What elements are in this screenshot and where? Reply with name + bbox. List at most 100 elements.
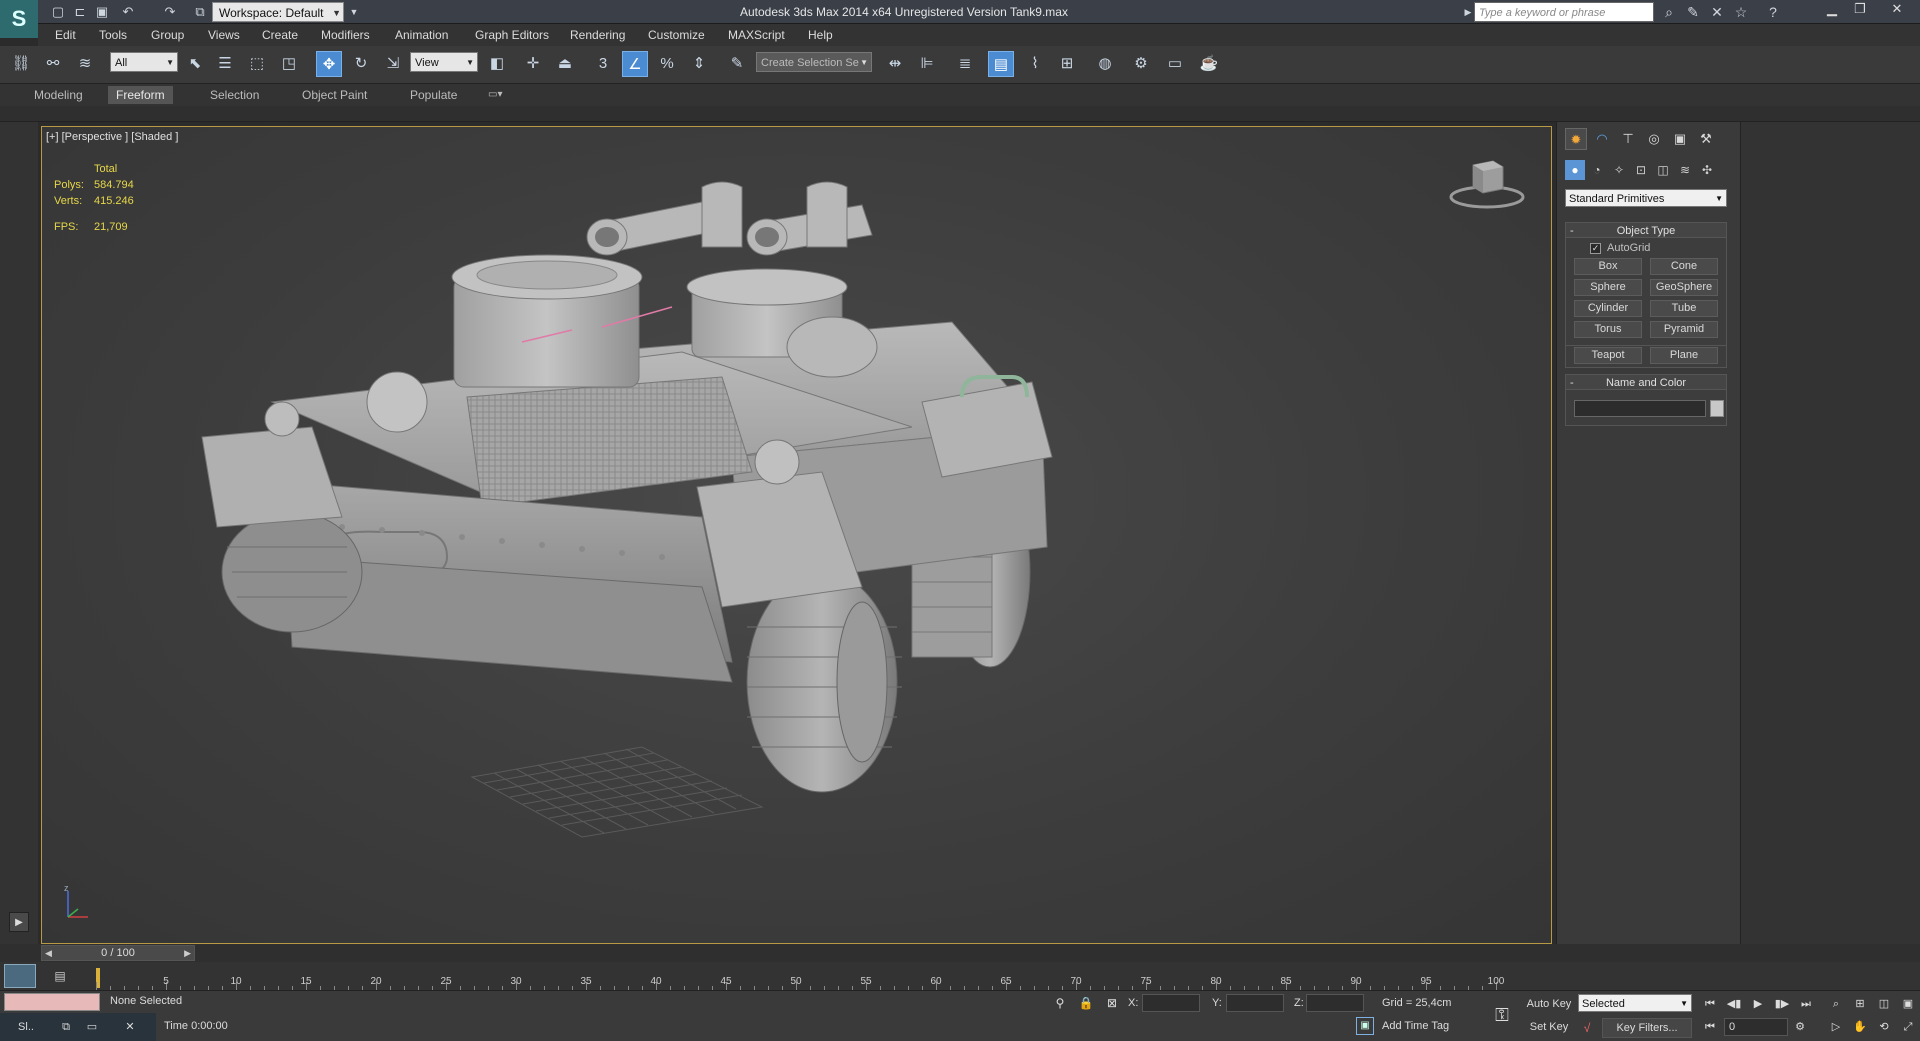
time-tag-icon[interactable]: ▣	[1356, 1017, 1374, 1035]
track-bar-filter-icon[interactable]: ▤	[50, 966, 70, 986]
tab-create-icon[interactable]: ✹	[1565, 128, 1587, 150]
menu-help[interactable]: Help	[808, 24, 833, 46]
render-setup-icon[interactable]: ⚙	[1128, 51, 1154, 77]
menu-tools[interactable]: Tools	[99, 24, 127, 46]
z-coord-field[interactable]	[1306, 994, 1364, 1012]
help-icon[interactable]: ?	[1762, 2, 1784, 22]
render-production-icon[interactable]: ☕	[1196, 51, 1222, 77]
key-curve-icon[interactable]: √	[1578, 1019, 1596, 1037]
restore-button[interactable]: ❐	[1846, 0, 1874, 18]
layer-manager-icon[interactable]: ≣	[952, 51, 978, 77]
named-selection-set-dropdown[interactable]: Create Selection Se ▼	[756, 52, 872, 72]
menu-rendering[interactable]: Rendering	[570, 24, 625, 46]
menu-customize[interactable]: Customize	[648, 24, 705, 46]
tab-utilities-icon[interactable]: ⚒	[1695, 128, 1717, 150]
absolute-mode-transform-icon[interactable]: ⊠	[1104, 995, 1120, 1011]
menu-group[interactable]: Group	[151, 24, 184, 46]
play-icon[interactable]: ▶	[1748, 995, 1768, 1013]
time-slider[interactable]: ◀ 0 / 100 ▶	[41, 945, 195, 961]
time-configuration-icon[interactable]: ⚙	[1790, 1017, 1810, 1037]
set-key-icon[interactable]: ⚿	[1488, 1003, 1516, 1027]
viewcube-icon[interactable]	[1449, 157, 1529, 211]
select-by-name-icon[interactable]: ☰	[212, 51, 238, 77]
spinner-snap-icon[interactable]: ⇕	[686, 51, 712, 77]
space-warps-category-icon[interactable]: ≋	[1675, 160, 1695, 180]
key-selection-dropdown[interactable]: Selected ▼	[1578, 994, 1692, 1012]
object-color-swatch[interactable]	[1710, 400, 1724, 417]
communication-center-icon[interactable]: ✕	[1706, 2, 1728, 22]
primitive-type-dropdown[interactable]: Standard Primitives ▼	[1565, 189, 1727, 207]
selection-filter-dropdown[interactable]: All ▼	[110, 52, 178, 72]
object-name-field[interactable]	[1574, 400, 1706, 417]
tab-display-icon[interactable]: ▣	[1669, 128, 1691, 150]
cone-button[interactable]: Cone	[1650, 258, 1718, 275]
shapes-category-icon[interactable]: ◔	[1587, 160, 1607, 180]
snaps-toggle-icon[interactable]: 3	[590, 51, 616, 77]
menu-graph-editors[interactable]: Graph Editors	[475, 24, 549, 46]
y-coord-field[interactable]	[1226, 994, 1284, 1012]
project-folder-icon[interactable]: ⧉	[190, 2, 210, 22]
menu-maxscript[interactable]: MAXScript	[728, 24, 785, 46]
select-object-icon[interactable]: ⬉	[182, 51, 208, 77]
zoom-extents-all-icon[interactable]: ▣	[1898, 995, 1918, 1013]
tab-selection[interactable]: Selection	[202, 86, 267, 104]
autogrid-checkbox[interactable]: ✓ AutoGrid	[1590, 242, 1650, 254]
ribbon-options-icon[interactable]: ▭▾	[480, 86, 510, 104]
isolate-selection-icon[interactable]: ⚲	[1052, 995, 1068, 1011]
reference-coordinate-dropdown[interactable]: View ▼	[410, 52, 478, 72]
taskbar-maximize-icon[interactable]: ▭	[82, 1017, 102, 1037]
select-and-rotate-icon[interactable]: ↻	[348, 51, 374, 77]
maximize-viewport-icon[interactable]: ⤢	[1898, 1017, 1918, 1037]
geometry-category-icon[interactable]: ●	[1565, 160, 1585, 180]
previous-frame-icon[interactable]: ◀▮	[1724, 995, 1744, 1013]
tab-modify-icon[interactable]: ◠	[1591, 128, 1613, 150]
selection-lock-icon[interactable]: 🔒	[1078, 995, 1094, 1011]
frame-ruler[interactable]: 5 10 15 20 25 30 35 40 45 50 55 60 65 70 75 80 85 90 95 100	[96, 962, 1504, 990]
new-file-icon[interactable]: ▢	[48, 2, 68, 22]
zoom-all-icon[interactable]: ⊞	[1850, 995, 1870, 1013]
open-file-icon[interactable]: ⊏	[70, 2, 90, 22]
menu-views[interactable]: Views	[208, 24, 240, 46]
mirror-icon[interactable]: ⇹	[882, 51, 908, 77]
box-button[interactable]: Box	[1574, 258, 1642, 275]
x-coord-field[interactable]	[1142, 994, 1200, 1012]
zoom-extents-icon[interactable]: ◫	[1874, 995, 1894, 1013]
subscription-icon[interactable]: ✎	[1682, 2, 1704, 22]
pan-view-icon[interactable]: ✋	[1850, 1017, 1870, 1037]
track-bar[interactable]: ▤ 5 10 15 20 25 30 35 40 45 50 55 60 65 70 75 80 85 90 95 1…	[0, 962, 1920, 990]
time-slider-next-icon[interactable]: ▶	[184, 946, 191, 960]
tab-motion-icon[interactable]: ◎	[1643, 128, 1665, 150]
taskbar-close-icon[interactable]: ✕	[110, 1017, 150, 1037]
menu-create[interactable]: Create	[262, 24, 298, 46]
set-key-button[interactable]: Set Key	[1524, 1017, 1574, 1037]
pivot-center-icon[interactable]: ◧	[484, 51, 510, 77]
zoom-icon[interactable]: ⌕	[1826, 995, 1846, 1013]
schematic-view-icon[interactable]: ⊞	[1054, 51, 1080, 77]
percent-snap-icon[interactable]: %	[654, 51, 680, 77]
select-and-scale-icon[interactable]: ⇲	[380, 51, 406, 77]
name-color-rollout-header[interactable]: - Name and Color	[1565, 374, 1727, 390]
tab-populate[interactable]: Populate	[402, 86, 465, 104]
geosphere-button[interactable]: GeoSphere	[1650, 279, 1718, 296]
pyramid-button[interactable]: Pyramid	[1650, 321, 1718, 338]
lights-category-icon[interactable]: ✧	[1609, 160, 1629, 180]
taskbar-app-button[interactable]: Sl..	[4, 1017, 48, 1037]
go-to-end-icon[interactable]: ⏭	[1796, 995, 1816, 1013]
undo-icon[interactable]: ↶	[118, 2, 138, 22]
binoculars-icon[interactable]: ⌕	[1658, 2, 1680, 22]
key-filters-button[interactable]: Key Filters...	[1602, 1018, 1692, 1038]
orbit-icon[interactable]: ⟲	[1874, 1017, 1894, 1037]
rendered-frame-window-icon[interactable]: ▭	[1162, 51, 1188, 77]
graphite-ribbon-icon[interactable]: ▤	[988, 51, 1014, 77]
tab-modeling[interactable]: Modeling	[26, 86, 91, 104]
menu-edit[interactable]: Edit	[55, 24, 76, 46]
auto-key-button[interactable]: Auto Key	[1524, 995, 1574, 1013]
time-slider-prev-icon[interactable]: ◀	[45, 946, 52, 960]
torus-button[interactable]: Torus	[1574, 321, 1642, 338]
app-logo-icon[interactable]: S	[0, 0, 38, 38]
bind-to-space-warp-icon[interactable]: ≋	[72, 51, 98, 77]
menu-modifiers[interactable]: Modifiers	[321, 24, 370, 46]
workspace-dropdown[interactable]: Workspace: Default ▼	[212, 2, 344, 22]
save-file-icon[interactable]: ▣	[92, 2, 112, 22]
maxscript-listener-field[interactable]	[4, 993, 100, 1011]
